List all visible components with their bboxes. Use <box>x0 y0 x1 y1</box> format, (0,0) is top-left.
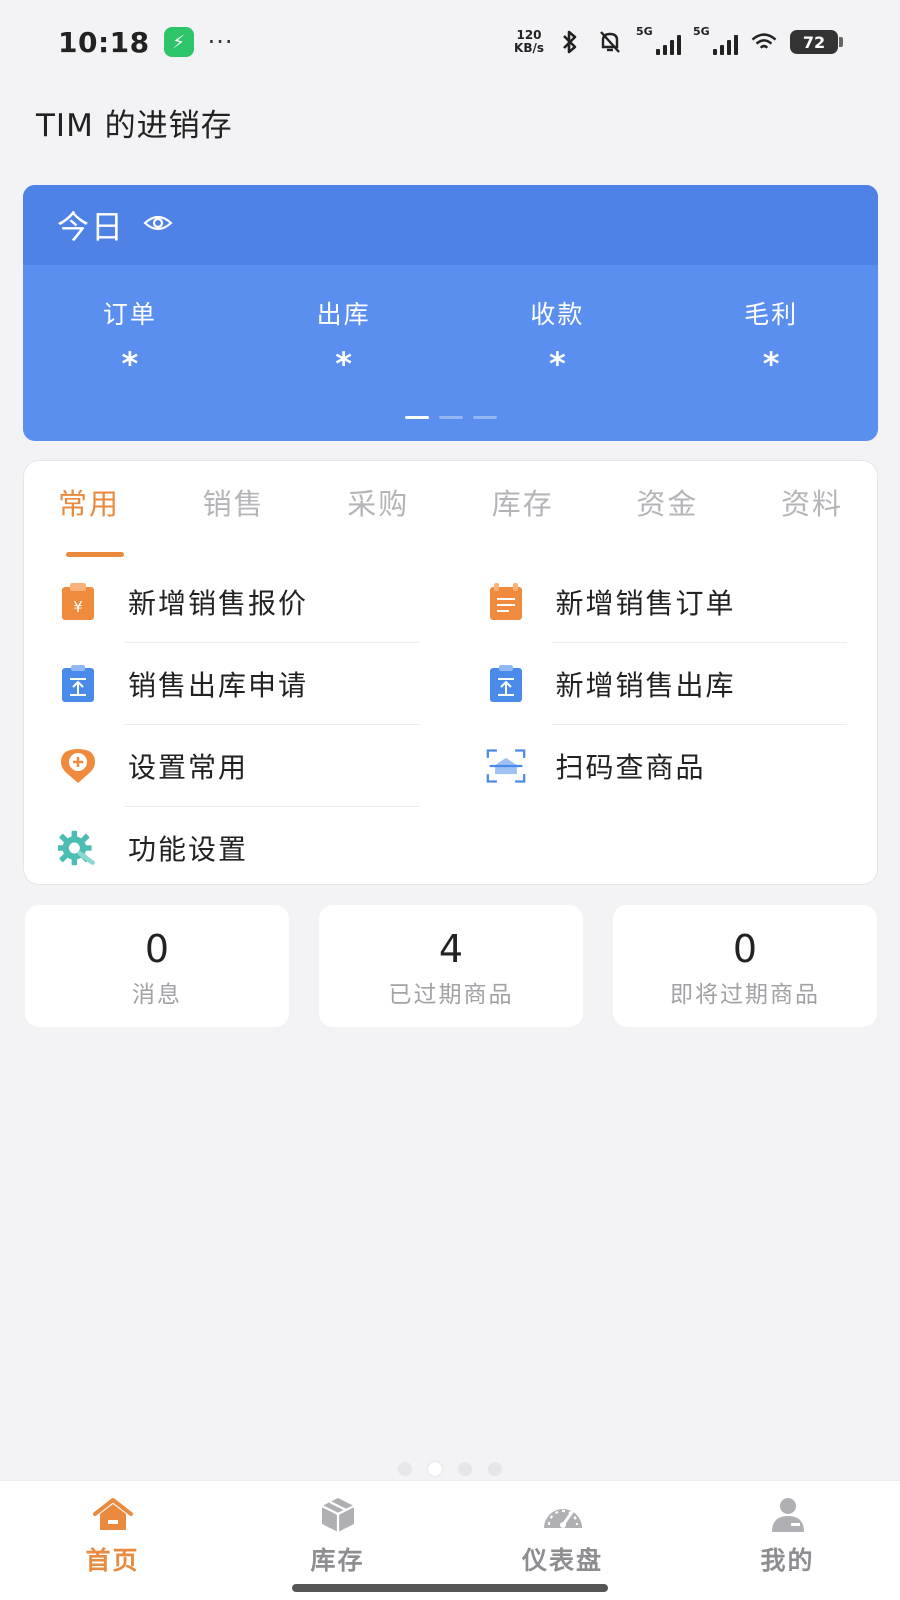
expiring-goods-label: 即将过期商品 <box>670 982 820 1008</box>
today-stats: 订单 * 出库 * 收款 * 毛利 * <box>23 265 878 383</box>
cell-signal-1-icon: 5G <box>636 25 681 55</box>
tab-inventory[interactable]: 库存 <box>492 481 554 539</box>
stat-value: * <box>335 345 352 383</box>
status-right: 120 KB/s 5G 5G 72 <box>514 25 843 56</box>
network-speed-unit: KB/s <box>514 41 544 55</box>
pin-add-icon <box>58 746 98 786</box>
stat-orders[interactable]: 订单 * <box>23 295 237 383</box>
function-grid: ¥ 新增销售报价 新增销售订单 销售出库申请 新增销售出库 设置常用 扫码查商品… <box>24 561 879 889</box>
expiring-goods-tile[interactable]: 0 即将过期商品 <box>613 905 877 1027</box>
expired-goods-tile[interactable]: 4 已过期商品 <box>319 905 583 1027</box>
function-label: 新增销售出库 <box>555 669 736 702</box>
status-bar: 10:18 ⚡ ··· 120 KB/s 5G 5G 72 <box>0 0 900 84</box>
stat-value: * <box>549 345 566 383</box>
nav-home[interactable]: 首页 <box>0 1481 225 1600</box>
more-notifications-icon: ··· <box>207 28 234 56</box>
box-icon <box>316 1495 360 1535</box>
scan-product-button[interactable]: 扫码查商品 <box>452 725 880 807</box>
nav-label: 仪表盘 <box>521 1546 603 1575</box>
page-dot <box>488 1462 502 1476</box>
messages-count: 0 <box>144 927 170 971</box>
nav-label: 首页 <box>85 1546 140 1575</box>
home-icon <box>91 1495 135 1535</box>
page-title: TIM 的进销存 <box>36 108 233 144</box>
outbound-request-icon <box>58 664 98 704</box>
user-icon <box>766 1495 810 1535</box>
tab-data[interactable]: 资料 <box>781 481 843 539</box>
function-label: 新增销售订单 <box>555 587 736 620</box>
status-left: 10:18 ⚡ ··· <box>58 26 234 59</box>
cell-signal-1-label: 5G <box>636 25 653 38</box>
expired-goods-label: 已过期商品 <box>388 982 514 1008</box>
nav-inventory[interactable]: 库存 <box>225 1481 450 1600</box>
svg-text:¥: ¥ <box>73 598 83 616</box>
stat-value: * <box>762 345 780 383</box>
category-tabs: 常用 销售 采购 库存 资金 资料 <box>24 461 877 557</box>
nav-label: 我的 <box>760 1546 815 1575</box>
wifi-icon <box>750 28 778 56</box>
set-common-button[interactable]: 设置常用 <box>24 725 452 807</box>
nav-profile[interactable]: 我的 <box>675 1481 900 1600</box>
new-sales-outbound-button[interactable]: 新增销售出库 <box>452 643 880 725</box>
bluetooth-icon <box>556 28 584 56</box>
nav-dashboard[interactable]: 仪表盘 <box>450 1481 675 1600</box>
tab-common[interactable]: 常用 <box>58 481 125 557</box>
function-label: 设置常用 <box>128 751 249 784</box>
pager-dot <box>472 416 497 419</box>
pager-dot <box>404 416 429 419</box>
stat-label: 出库 <box>316 300 371 329</box>
function-label: 扫码查商品 <box>555 751 706 784</box>
stat-label: 毛利 <box>744 300 799 329</box>
today-header: 今日 <box>23 185 878 265</box>
gear-icon <box>58 828 98 868</box>
cell-signal-2-label: 5G <box>693 25 710 38</box>
messages-label: 消息 <box>132 982 182 1008</box>
sales-outbound-request-button[interactable]: 销售出库申请 <box>24 643 452 725</box>
new-sales-order-button[interactable]: 新增销售订单 <box>452 561 880 643</box>
tab-sales[interactable]: 销售 <box>203 481 265 539</box>
function-label: 功能设置 <box>128 833 249 866</box>
stat-outbound[interactable]: 出库 * <box>237 295 451 383</box>
stat-value: * <box>121 345 139 383</box>
home-indicator[interactable] <box>292 1584 608 1592</box>
dashboard-icon <box>541 1495 585 1535</box>
stat-label: 收款 <box>530 300 585 329</box>
page-dot <box>458 1462 472 1476</box>
network-speed: 120 KB/s <box>514 29 544 55</box>
info-tiles: 0 消息 4 已过期商品 0 即将过期商品 <box>25 905 877 1027</box>
function-label: 新增销售报价 <box>128 587 309 620</box>
bottom-nav: 首页 库存 仪表盘 我的 <box>0 1480 900 1600</box>
stat-gross-profit[interactable]: 毛利 * <box>664 295 878 383</box>
eye-icon[interactable] <box>143 213 173 237</box>
page-indicator <box>0 1462 900 1476</box>
expiring-goods-count: 0 <box>732 927 758 971</box>
tab-purchase[interactable]: 采购 <box>347 481 409 539</box>
order-icon <box>486 582 526 622</box>
cell-signal-2-icon: 5G <box>693 25 738 55</box>
bell-muted-icon <box>596 28 624 56</box>
page-dot-active <box>428 1462 442 1476</box>
tab-funds[interactable]: 资金 <box>636 481 698 539</box>
page-dot <box>398 1462 412 1476</box>
today-summary-card[interactable]: 今日 订单 * 出库 * 收款 * 毛利 * <box>23 185 878 441</box>
pager-dot <box>438 416 463 419</box>
stat-label: 订单 <box>102 300 157 329</box>
quote-icon: ¥ <box>58 582 98 622</box>
nav-label: 库存 <box>310 1546 365 1575</box>
new-sales-quote-button[interactable]: ¥ 新增销售报价 <box>24 561 452 643</box>
card-pager <box>23 416 878 419</box>
function-settings-button[interactable]: 功能设置 <box>24 807 452 889</box>
stat-receipts[interactable]: 收款 * <box>451 295 665 383</box>
messages-tile[interactable]: 0 消息 <box>25 905 289 1027</box>
charging-app-icon: ⚡ <box>163 27 194 57</box>
outbound-icon <box>486 664 526 704</box>
today-label: 今日 <box>57 208 126 246</box>
scan-icon <box>486 746 526 786</box>
function-card: 常用 销售 采购 库存 资金 资料 ¥ 新增销售报价 新增销售订单 销售出库申请… <box>23 460 878 885</box>
function-label: 销售出库申请 <box>128 669 309 702</box>
battery-icon: 72 <box>790 30 843 54</box>
clock: 10:18 <box>58 25 150 59</box>
expired-goods-count: 4 <box>438 927 464 971</box>
